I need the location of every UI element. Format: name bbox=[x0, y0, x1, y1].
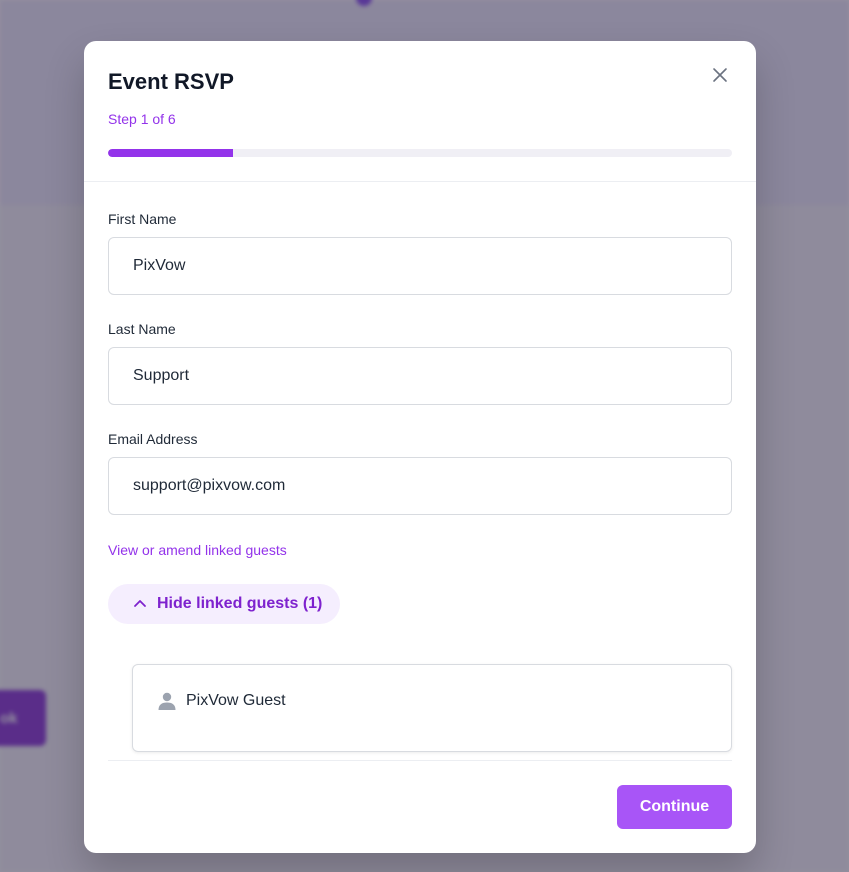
email-field: Email Address bbox=[108, 429, 732, 515]
last-name-input[interactable] bbox=[108, 347, 732, 405]
email-input[interactable] bbox=[108, 457, 732, 515]
first-name-label: First Name bbox=[108, 211, 177, 227]
modal-header: Event RSVP Step 1 of 6 bbox=[84, 41, 756, 182]
first-name-field: First Name bbox=[108, 209, 732, 295]
close-button[interactable] bbox=[708, 65, 732, 89]
user-icon bbox=[157, 691, 177, 711]
hide-linked-guests-button[interactable]: Hide linked guests (1) bbox=[108, 584, 340, 624]
chevron-up-icon bbox=[132, 596, 148, 612]
first-name-input[interactable] bbox=[108, 237, 732, 295]
linked-guest-card[interactable]: PixVow Guest bbox=[132, 664, 732, 752]
last-name-field: Last Name bbox=[108, 319, 732, 405]
hide-linked-guests-label: Hide linked guests (1) bbox=[157, 595, 323, 612]
progress-bar bbox=[108, 149, 732, 157]
progress-fill bbox=[108, 149, 233, 157]
last-name-label: Last Name bbox=[108, 321, 176, 337]
linked-guest-name: PixVow Guest bbox=[186, 692, 286, 709]
step-indicator: Step 1 of 6 bbox=[108, 111, 176, 127]
modal-title: Event RSVP bbox=[108, 69, 234, 94]
email-label: Email Address bbox=[108, 431, 198, 447]
footer-divider bbox=[108, 760, 732, 761]
continue-button[interactable]: Continue bbox=[617, 785, 732, 829]
rsvp-modal: Event RSVP Step 1 of 6 First Name Last N… bbox=[84, 41, 756, 853]
view-linked-guests-link[interactable]: View or amend linked guests bbox=[108, 540, 287, 560]
close-icon bbox=[712, 67, 728, 88]
